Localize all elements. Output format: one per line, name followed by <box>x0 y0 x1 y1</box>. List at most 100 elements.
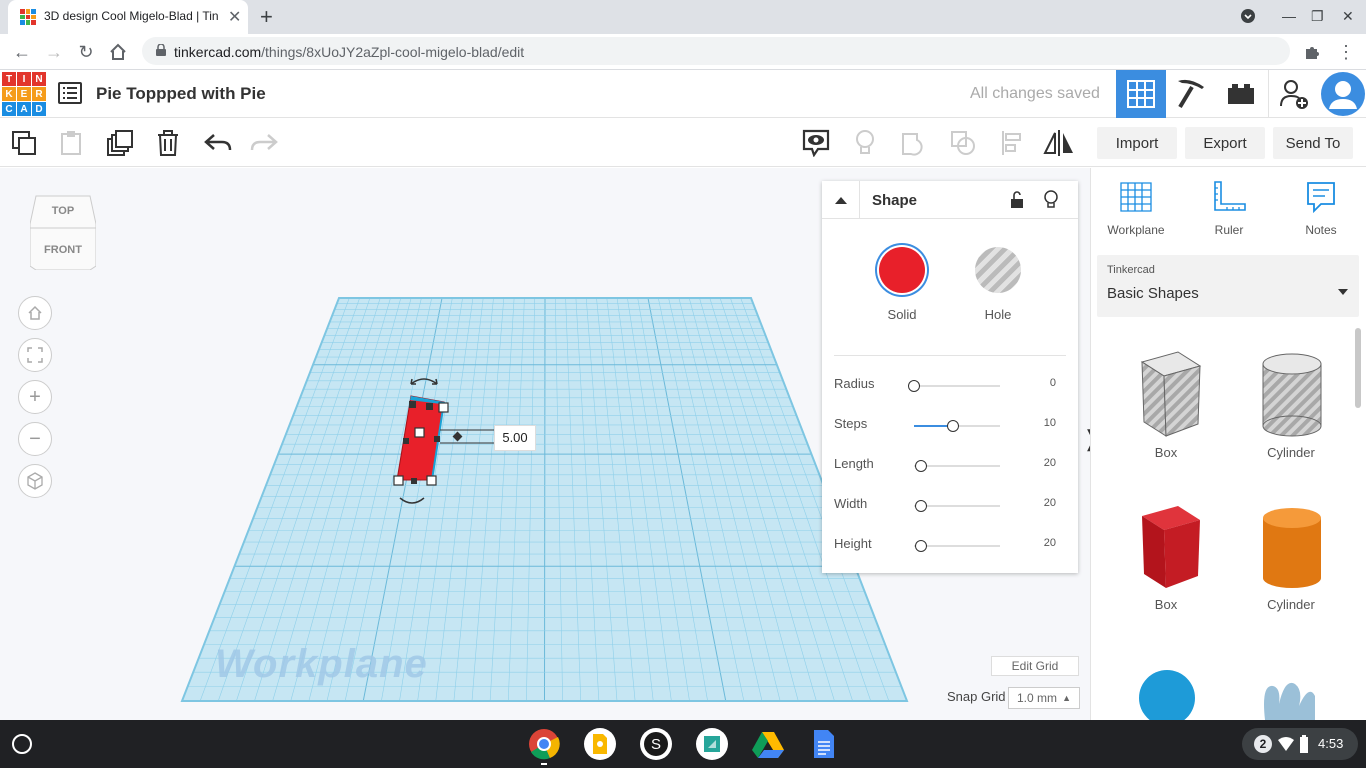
hide-shape-bulb-icon[interactable] <box>1044 190 1058 215</box>
reload-icon[interactable]: ↻ <box>74 40 98 64</box>
active-app-indicator <box>541 763 547 765</box>
tinkercad-logo[interactable]: TIN KER CAD <box>2 72 46 116</box>
hole-swatch[interactable] <box>975 247 1021 293</box>
slider-track[interactable] <box>914 505 1000 507</box>
drive-app-icon[interactable] <box>752 728 784 760</box>
status-tray[interactable]: 2 4:53 <box>1242 728 1358 760</box>
home-icon[interactable] <box>106 40 130 64</box>
avatar[interactable] <box>1318 70 1366 118</box>
slider-knob[interactable] <box>914 540 927 552</box>
slider-knob[interactable] <box>908 380 920 392</box>
design-list-icon[interactable] <box>58 82 82 104</box>
shape-sphere[interactable] <box>1137 668 1197 726</box>
shape-cylinder-hole[interactable]: Cylinder <box>1236 350 1346 460</box>
property-length[interactable]: Length 20 <box>834 456 1066 476</box>
hole-option[interactable]: Hole <box>973 247 1023 322</box>
property-value[interactable]: 20 <box>1044 457 1056 469</box>
workplane-tool[interactable]: Workplane <box>1101 180 1171 237</box>
minecraft-mode-button[interactable] <box>1166 70 1216 118</box>
edit-grid-button[interactable]: Edit Grid <box>991 656 1079 676</box>
bricks-mode-button[interactable] <box>1216 70 1266 118</box>
screencast-app-icon[interactable] <box>696 728 728 760</box>
keep-app-icon[interactable] <box>584 728 616 760</box>
add-user-button[interactable] <box>1268 70 1318 118</box>
docs-app-icon[interactable] <box>808 728 840 760</box>
solid-option[interactable]: Solid <box>877 247 927 322</box>
send-to-button[interactable]: Send To <box>1273 127 1353 159</box>
slider-knob[interactable] <box>914 500 927 512</box>
import-button[interactable]: Import <box>1097 127 1177 159</box>
property-value[interactable]: 10 <box>1044 417 1056 429</box>
design-title[interactable]: Pie Toppped with Pie <box>96 84 266 104</box>
shapes-panel: Workplane Ruler Notes Tinkercad Basic Sh… <box>1090 168 1366 726</box>
property-width[interactable]: Width 20 <box>834 496 1066 516</box>
3d-design-view-button[interactable] <box>1116 70 1166 118</box>
dimension-input[interactable]: 5.00 <box>494 425 536 451</box>
zoom-out-icon[interactable]: − <box>18 422 52 456</box>
shape-box[interactable]: Box <box>1111 504 1221 612</box>
redo-icon[interactable] <box>248 127 280 159</box>
show-all-bulb-icon[interactable] <box>849 127 881 159</box>
home-view-icon[interactable] <box>18 296 52 330</box>
shape-cylinder[interactable]: Cylinder <box>1236 504 1346 612</box>
slider-knob[interactable] <box>946 420 959 432</box>
browser-tab[interactable]: 3D design Cool Migelo-Blad | Tin ✕ <box>8 0 248 34</box>
slider-track[interactable] <box>914 385 1000 387</box>
view-cube[interactable]: TOP FRONT <box>30 192 96 270</box>
property-label: Radius <box>834 376 875 391</box>
align-icon[interactable] <box>996 127 1028 159</box>
view-cube-front[interactable]: FRONT <box>30 244 96 256</box>
group-icon[interactable] <box>898 127 930 159</box>
tab-search-icon[interactable] <box>1240 8 1256 27</box>
solid-color-swatch[interactable] <box>879 247 925 293</box>
library-name: Basic Shapes <box>1107 285 1199 302</box>
duplicate-icon[interactable] <box>104 127 136 159</box>
shape-library-select[interactable]: Tinkercad Basic Shapes <box>1097 255 1359 317</box>
zoom-in-icon[interactable]: + <box>18 380 52 414</box>
snap-grid-value: 1.0 mm <box>1017 691 1058 705</box>
mirror-icon[interactable] <box>1043 127 1075 159</box>
property-radius[interactable]: Radius 0 <box>834 376 1066 396</box>
copy-icon[interactable] <box>8 127 40 159</box>
paste-icon[interactable] <box>55 127 87 159</box>
chrome-menu-icon[interactable]: ⋮ <box>1334 40 1358 64</box>
slider-knob[interactable] <box>914 460 927 472</box>
lock-shape-icon[interactable] <box>1010 191 1024 214</box>
notes-visibility-icon[interactable] <box>800 127 832 159</box>
chrome-app-icon[interactable] <box>528 728 560 760</box>
close-window-icon[interactable]: ✕ <box>1342 8 1354 25</box>
property-value[interactable]: 20 <box>1044 497 1056 509</box>
minimize-icon[interactable]: — <box>1282 8 1296 24</box>
browser-toolbar: ← → ↻ tinkercad.com/things/8xUoJY2aZpl-c… <box>0 34 1366 70</box>
address-bar[interactable]: tinkercad.com/things/8xUoJY2aZpl-cool-mi… <box>142 37 1290 65</box>
undo-icon[interactable] <box>202 127 234 159</box>
snap-grid-select[interactable]: 1.0 mm ▲ <box>1008 687 1080 709</box>
s-app-icon[interactable]: S <box>640 728 672 760</box>
export-button[interactable]: Export <box>1185 127 1265 159</box>
ungroup-icon[interactable] <box>947 127 979 159</box>
delete-icon[interactable] <box>152 127 184 159</box>
property-steps[interactable]: Steps 10 <box>834 416 1066 436</box>
shape-label: Box <box>1154 445 1178 460</box>
shape-scribble[interactable] <box>1259 674 1319 725</box>
restore-icon[interactable]: ❐ <box>1311 8 1324 25</box>
scrollbar[interactable] <box>1355 328 1361 408</box>
view-cube-top[interactable]: TOP <box>30 205 96 217</box>
slider-track[interactable] <box>914 545 1000 547</box>
tab-close-icon[interactable]: ✕ <box>228 7 241 27</box>
property-height[interactable]: Height 20 <box>834 536 1066 556</box>
slider-track[interactable] <box>914 465 1000 467</box>
back-icon[interactable]: ← <box>10 40 34 64</box>
ruler-tool[interactable]: Ruler <box>1194 180 1264 237</box>
launcher-icon[interactable] <box>12 734 32 754</box>
fit-view-icon[interactable] <box>18 338 52 372</box>
extensions-icon[interactable] <box>1300 40 1324 64</box>
shape-box-hole[interactable]: Box <box>1111 350 1221 460</box>
forward-icon[interactable]: → <box>42 40 66 64</box>
perspective-icon[interactable] <box>18 464 52 498</box>
notes-tool[interactable]: Notes <box>1286 180 1356 237</box>
new-tab-icon[interactable]: + <box>260 4 273 30</box>
property-value[interactable]: 20 <box>1044 537 1056 549</box>
collapse-inspector-icon[interactable] <box>822 181 860 219</box>
property-value[interactable]: 0 <box>1050 377 1056 389</box>
